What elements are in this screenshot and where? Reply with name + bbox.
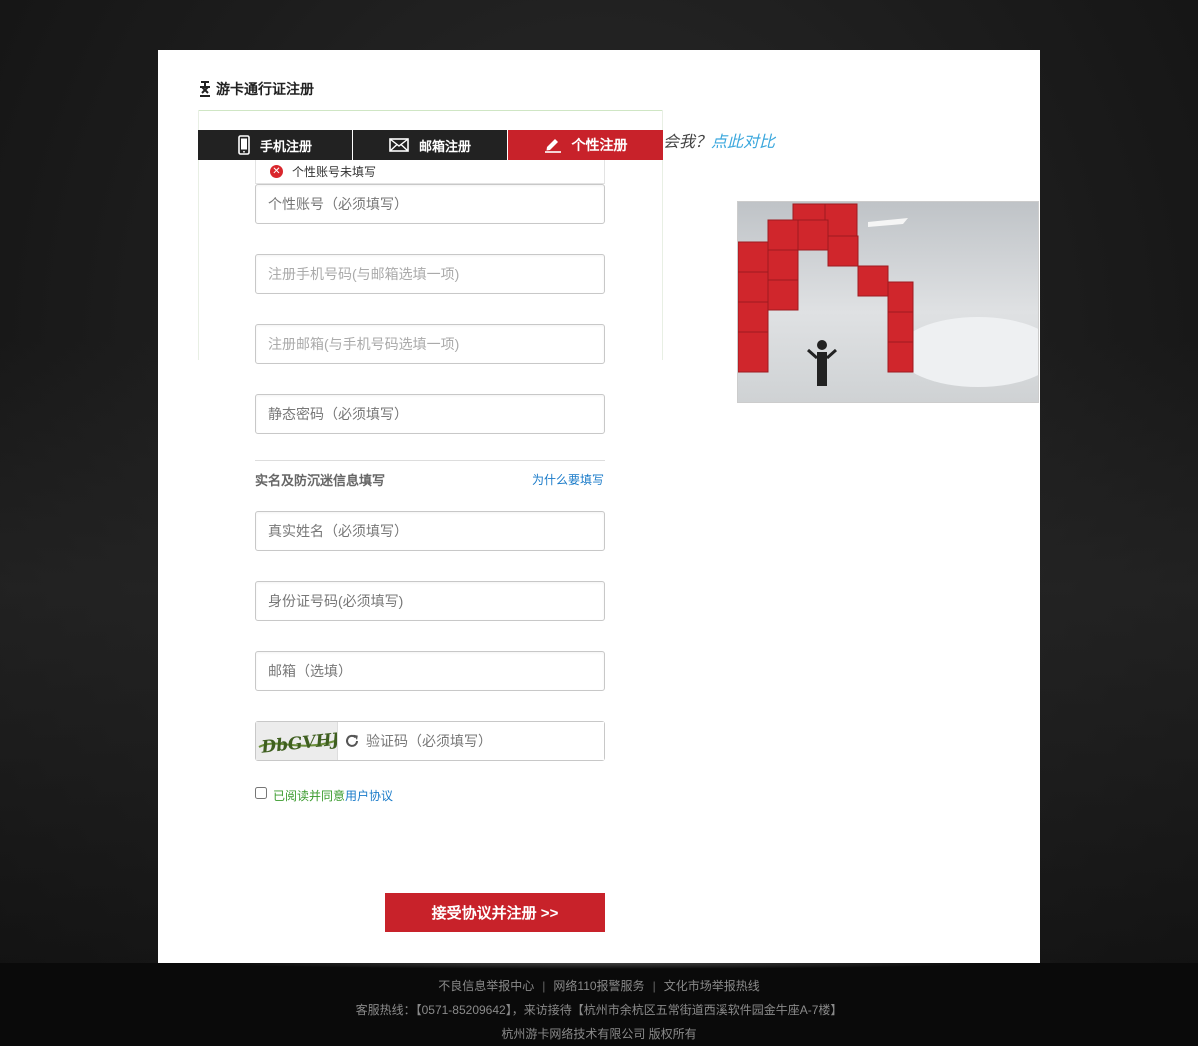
agree-text: 已阅读并同意 (273, 789, 346, 803)
agreement-row: 已阅读并同意 用户协议 (255, 786, 393, 804)
mail-icon (389, 138, 409, 152)
captcha-field: DbGVHJ (255, 721, 605, 761)
page-title-text: 游卡通行证注册 (216, 81, 314, 97)
account-input[interactable] (256, 185, 604, 223)
tab-email-register[interactable]: 邮箱注册 (353, 130, 507, 160)
register-email-input[interactable] (256, 325, 604, 363)
footer-separator: | (652, 979, 656, 993)
password-field[interactable] (255, 394, 605, 434)
error-icon: ✕ (270, 165, 283, 178)
account-field[interactable] (255, 184, 605, 224)
error-tip: ✕ 个性账号未填写 (255, 160, 605, 184)
footer-copyright: 杭州游卡网络技术有限公司 版权所有 (501, 1027, 697, 1041)
page-title: 游卡通行证注册 (198, 80, 314, 98)
tab-custom-label: 个性注册 (571, 137, 628, 153)
mobile-input[interactable] (256, 255, 604, 293)
optional-email-input[interactable] (256, 652, 604, 690)
compare-hint: 会我？点此对比 (663, 128, 775, 152)
captcha-image[interactable]: DbGVHJ (256, 722, 338, 760)
submit-register-button[interactable]: 接受协议并注册 >> (385, 893, 605, 932)
footer: 不良信息举报中心 | 网络110报警服务 | 文化市场举报热线 客服热线：【0571-8… (0, 963, 1198, 1046)
tab-mobile-label: 手机注册 (259, 138, 312, 154)
promo-image (737, 201, 1039, 403)
idcard-field[interactable] (255, 581, 605, 621)
why-fill-link[interactable]: 为什么要填写 (532, 471, 604, 488)
edit-icon (544, 137, 562, 153)
realname-input[interactable] (256, 512, 604, 550)
footer-link-report-center[interactable]: 不良信息举报中心 (438, 979, 534, 993)
footer-link-culture-market[interactable]: 文化市场举报热线 (664, 979, 760, 993)
tab-email-label: 邮箱注册 (418, 138, 471, 154)
footer-glow (200, 963, 1000, 969)
error-message: 个性账号未填写 (292, 165, 377, 179)
footer-contact: 客服热线：【0571-85209642】，来访接待【杭州市余杭区五常街道西溪软件… (355, 1003, 843, 1017)
optional-email-field[interactable] (255, 651, 605, 691)
agree-checkbox[interactable] (255, 786, 267, 799)
compare-prefix: 会我？ (663, 132, 712, 151)
phone-icon (238, 135, 250, 155)
footer-link-police-110[interactable]: 网络110报警服务 (553, 979, 644, 993)
realname-section-title: 实名及防沉迷信息填写 (255, 473, 386, 488)
section-divider (255, 460, 605, 461)
mobile-field[interactable] (255, 254, 605, 294)
footer-links: 不良信息举报中心 | 网络110报警服务 | 文化市场举报热线 (0, 977, 1198, 994)
svg-text:DbGVHJ: DbGVHJ (259, 730, 337, 758)
footer-separator: | (542, 979, 546, 993)
realname-field[interactable] (255, 511, 605, 551)
register-panel: 游卡通行证注册 手机注册 邮箱注册 个性注册 ✕ 个性账号未填写 个性账号（必须… (158, 50, 1040, 963)
register-email-field[interactable] (255, 324, 605, 364)
register-tabs: 手机注册 邮箱注册 个性注册 (198, 130, 664, 168)
user-agreement-link[interactable]: 用户协议 (345, 787, 393, 804)
tab-mobile-register[interactable]: 手机注册 (198, 130, 352, 160)
idcard-input[interactable] (256, 582, 604, 620)
password-input[interactable] (256, 395, 604, 433)
compare-link[interactable]: 点此对比 (711, 132, 775, 151)
captcha-input[interactable] (360, 722, 604, 760)
tab-custom-register[interactable]: 个性注册 (508, 130, 663, 168)
refresh-captcha-icon[interactable] (344, 733, 360, 749)
youka-logo-icon (198, 80, 212, 98)
